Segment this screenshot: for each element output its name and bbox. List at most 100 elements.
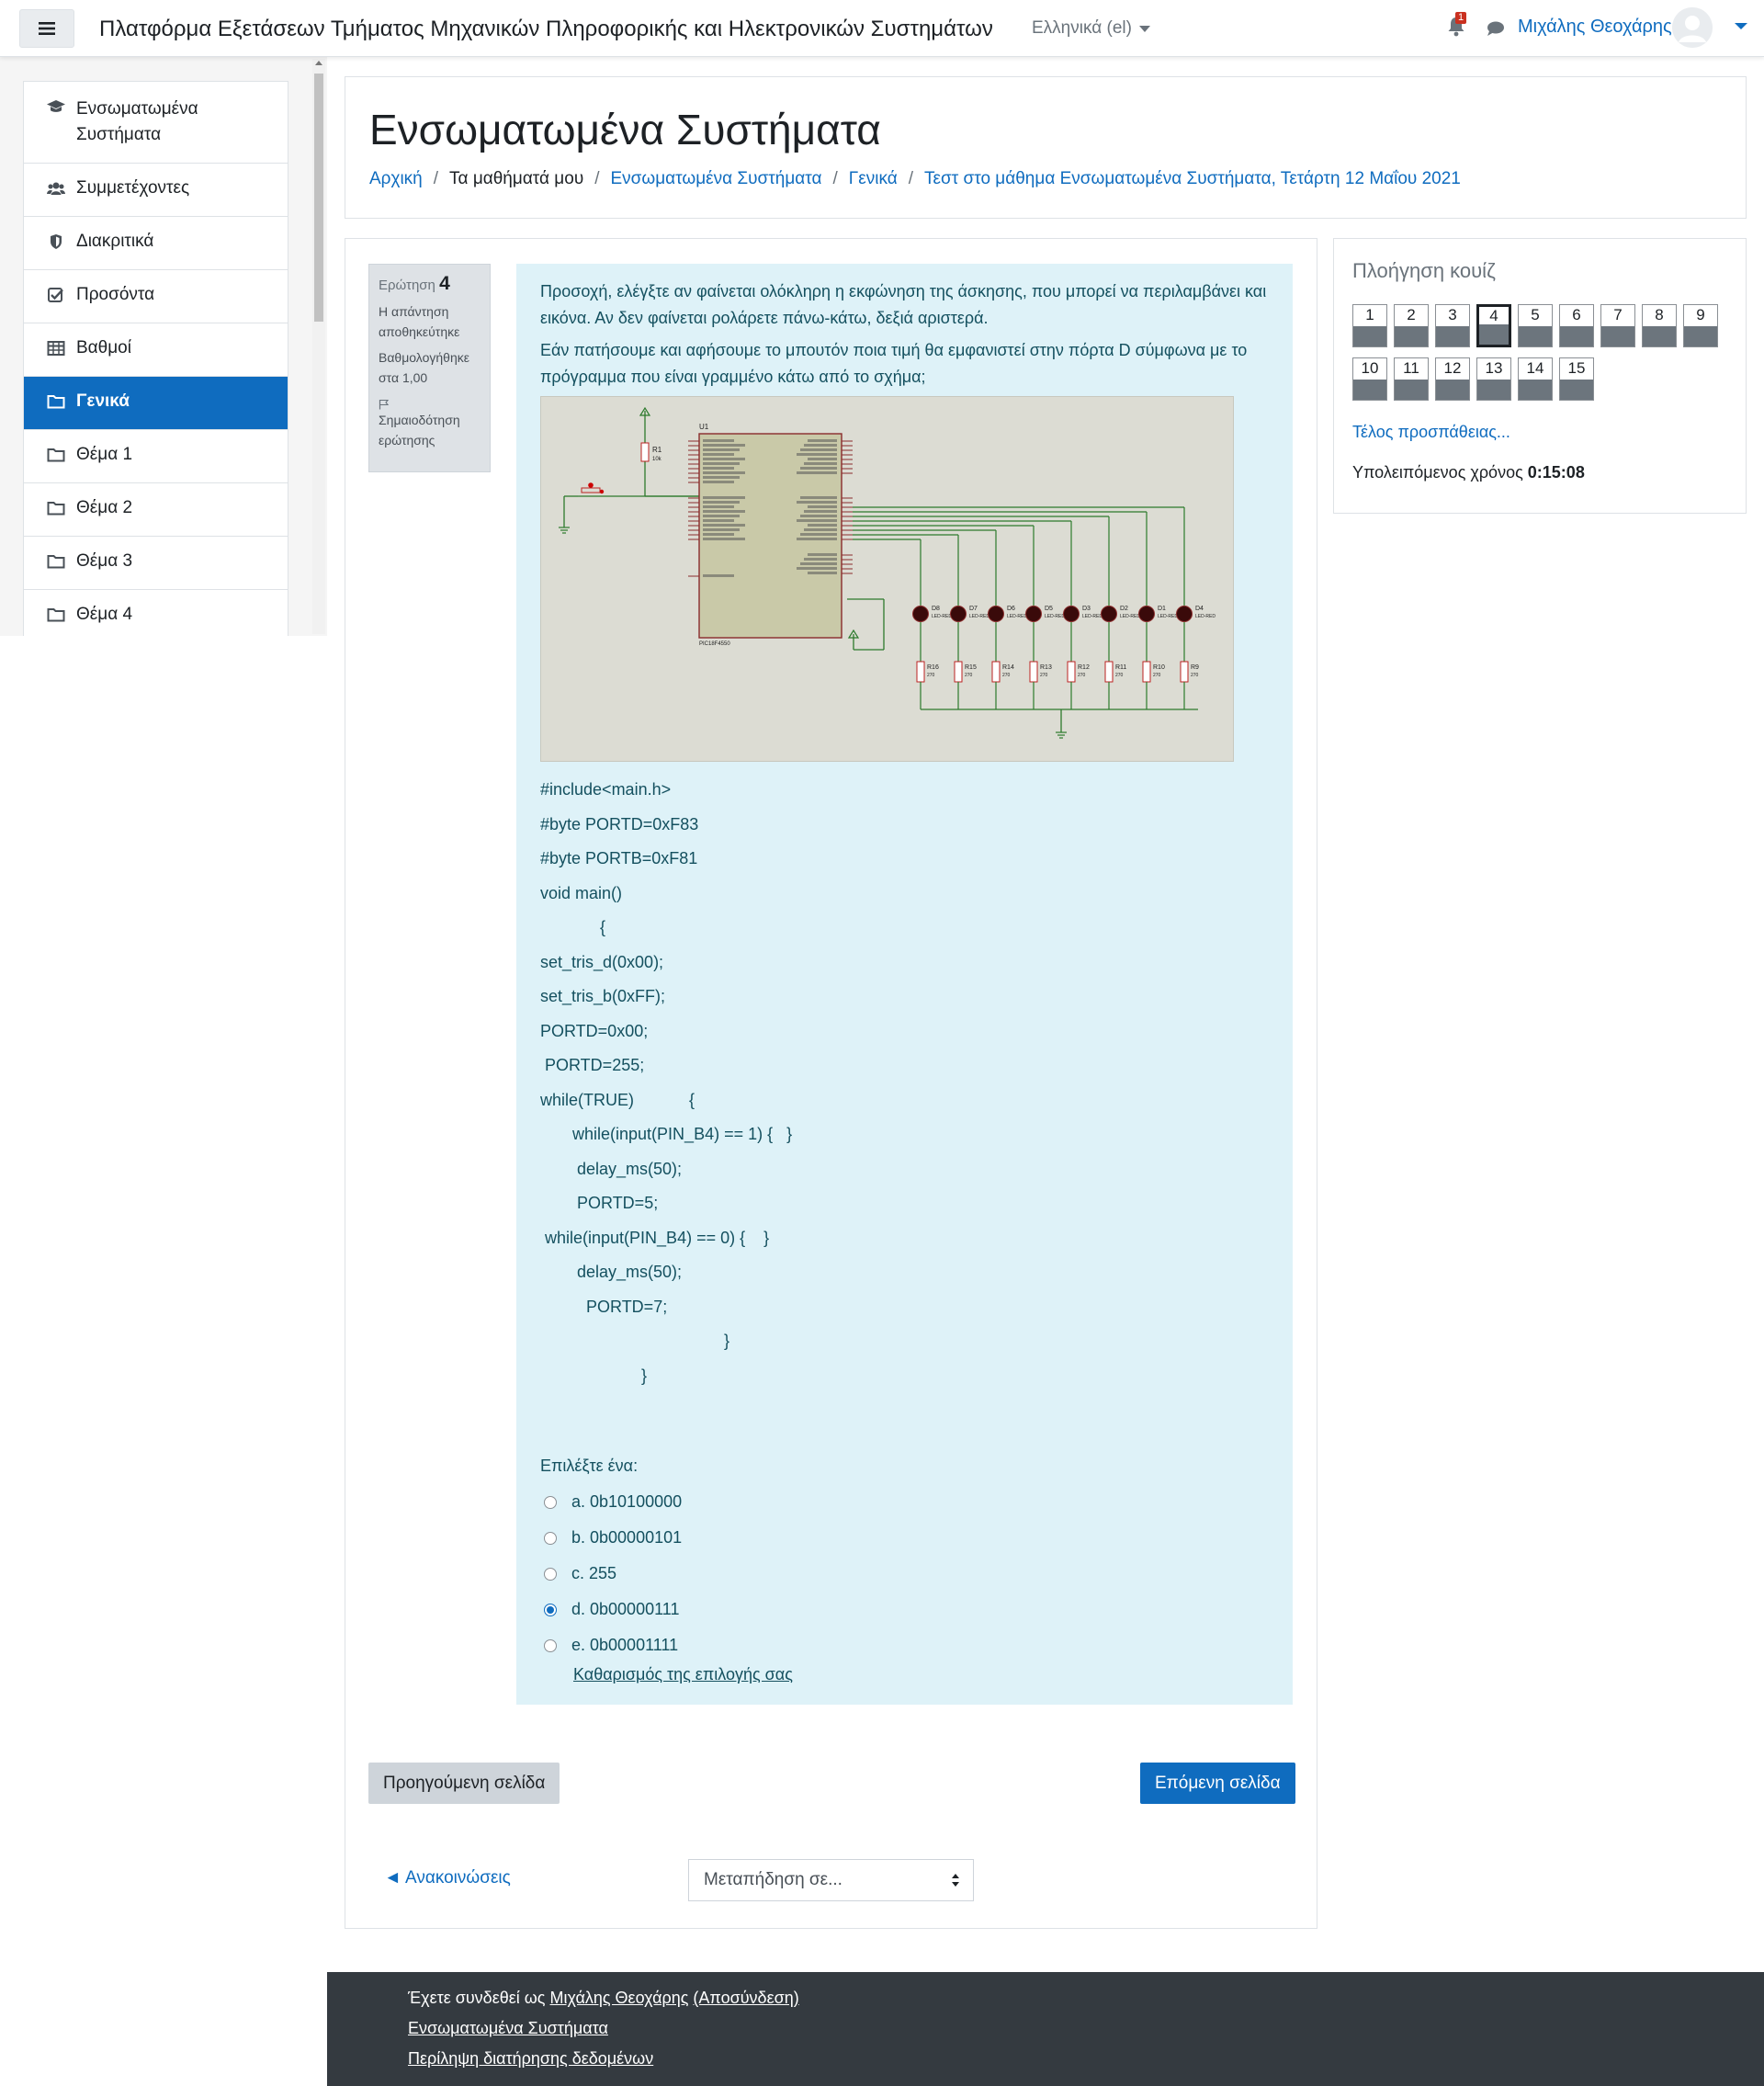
nav-drawer: Ενσωματωμένα Συστήματα Συμμετέχοντες Δια… <box>0 57 327 636</box>
quiz-nav-number: 9 <box>1696 306 1705 323</box>
quiz-nav-button-3[interactable]: 3 <box>1435 304 1470 347</box>
quiz-nav-number: 2 <box>1407 306 1416 323</box>
quiz-nav-button-12[interactable]: 12 <box>1435 357 1470 401</box>
drawer-item-label: Βαθμοί <box>76 338 131 357</box>
mcu-pin-caption <box>800 496 837 499</box>
drawer-item-topic-2[interactable]: Θέμα 2 <box>24 483 288 537</box>
code-line: #include<main.h> <box>540 780 672 799</box>
resistor-r14 <box>991 661 1001 683</box>
code-line: set_tris_b(0xFF); <box>540 987 666 1005</box>
footer-course-link[interactable]: Ενσωματωμένα Συστήματα <box>408 2019 608 2037</box>
drawer-toggle-button[interactable] <box>19 9 74 48</box>
scroll-up-icon[interactable] <box>315 61 322 65</box>
quiz-nav-title: Πλοήγηση κουίζ <box>1352 259 1496 282</box>
mcu-pin-caption <box>703 444 745 447</box>
led-d7 <box>950 606 967 622</box>
answer-radio[interactable] <box>544 1567 557 1581</box>
quiz-nav-button-6[interactable]: 6 <box>1559 304 1594 347</box>
quiz-nav-button-15[interactable]: 15 <box>1559 357 1594 401</box>
quiz-nav-button-9[interactable]: 9 <box>1683 304 1718 347</box>
mcu-pin-caption <box>703 505 734 508</box>
question-info: Ερώτηση 4 Η απάντηση αποθηκεύτηκε Βαθμολ… <box>368 264 491 472</box>
drawer-item-grades[interactable]: Βαθμοί <box>24 323 288 377</box>
breadcrumb-quiz[interactable]: Τεστ στο μάθημα Ενσωματωμένα Συστήματα, … <box>924 169 1461 189</box>
site-name[interactable]: Πλατφόρμα Εξετάσεων Τμήματος Μηχανικών Π… <box>99 17 993 42</box>
time-remaining-value: 0:15:08 <box>1527 463 1585 482</box>
quiz-nav-button-4[interactable]: 4 <box>1476 304 1511 347</box>
answer-option-e[interactable]: e. 0b00001111 <box>544 1627 682 1663</box>
quiz-nav-button-1[interactable]: 1 <box>1352 304 1387 347</box>
logout-link[interactable]: (Αποσύνδεση) <box>693 1989 798 2007</box>
breadcrumb-section[interactable]: Γενικά <box>849 169 898 189</box>
drawer-item-badges[interactable]: Διακριτικά <box>24 217 288 270</box>
drawer-item-topic-1[interactable]: Θέμα 1 <box>24 430 288 483</box>
quiz-nav-button-13[interactable]: 13 <box>1476 357 1511 401</box>
flag-question-button[interactable]: Σημαιοδότηση ερώτησης <box>379 399 481 450</box>
user-menu-chevron-icon[interactable] <box>1735 23 1747 29</box>
resistor-value-label: 270 <box>1115 673 1124 678</box>
answer-radio[interactable] <box>544 1638 557 1652</box>
previous-activity-link[interactable]: ◄ Ανακοινώσεις <box>384 1868 511 1888</box>
drawer-item-course[interactable]: Ενσωματωμένα Συστήματα <box>24 82 288 164</box>
quiz-nav-button-8[interactable]: 8 <box>1642 304 1677 347</box>
ground-symbol <box>559 527 570 534</box>
quiz-nav-button-10[interactable]: 10 <box>1352 357 1387 401</box>
answer-option-a[interactable]: a. 0b10100000 <box>544 1484 682 1520</box>
breadcrumb-course[interactable]: Ενσωματωμένα Συστήματα <box>611 169 822 189</box>
code-line: void main() <box>540 883 623 902</box>
jump-to-label: Μεταπήδηση σε... <box>704 1870 842 1889</box>
language-menu[interactable]: Ελληνικά ‎(el)‎ <box>1032 18 1150 39</box>
drawer-item-topic-4[interactable]: Θέμα 4 <box>24 590 288 636</box>
drawer-item-participants[interactable]: Συμμετέχοντες <box>24 164 288 217</box>
mcu-pin-caption <box>703 510 745 513</box>
answer-option-c[interactable]: c. 255 <box>544 1556 682 1592</box>
finish-attempt-link[interactable]: Τέλος προσπάθειας... <box>1352 423 1510 442</box>
drawer-item-label: Διακριτικά <box>76 232 154 251</box>
users-icon <box>47 182 65 195</box>
led-part-label: LED-RED <box>1120 614 1140 619</box>
flag-question-label: Σημαιοδότηση ερώτησης <box>379 413 460 448</box>
code-line: set_tris_d(0x00); <box>540 952 664 971</box>
mcu-pin-caption <box>808 458 837 460</box>
footer-user-link[interactable]: Μιχάλης Θεοχάρης <box>550 1989 689 2007</box>
clear-choice-link[interactable]: Καθαρισμός της επιλογής σας <box>573 1665 793 1684</box>
quiz-nav-button-2[interactable]: 2 <box>1394 304 1429 347</box>
mcu-pin-caption <box>703 439 734 442</box>
answer-option-b[interactable]: b. 0b00000101 <box>544 1520 682 1556</box>
shield-icon <box>51 234 62 249</box>
quiz-nav-button-5[interactable]: 5 <box>1518 304 1553 347</box>
user-menu-name[interactable]: Μιχάλης Θεοχάρης <box>1518 17 1672 38</box>
drawer-item-general[interactable]: Γενικά <box>24 377 288 430</box>
chat-icon[interactable] <box>1487 20 1505 37</box>
answer-radio[interactable] <box>544 1531 557 1545</box>
quiz-nav-number: 8 <box>1655 306 1664 323</box>
drawer-item-competencies[interactable]: Προσόντα <box>24 270 288 323</box>
mcu-pin-caption <box>703 481 734 483</box>
page-footer: Έχετε συνδεθεί ως Μιχάλης Θεοχάρης (Αποσ… <box>327 1972 1764 2086</box>
drawer-item-topic-3[interactable]: Θέμα 3 <box>24 537 288 590</box>
answer-radio-selected[interactable] <box>544 1603 557 1616</box>
drawer-scrollbar-thumb[interactable] <box>314 74 323 322</box>
mcu-pin-caption <box>804 444 837 447</box>
quiz-nav-answered-bar <box>1519 326 1552 346</box>
next-page-button[interactable]: Επόμενη σελίδα <box>1140 1763 1295 1804</box>
quiz-nav-button-7[interactable]: 7 <box>1600 304 1635 347</box>
led-d3 <box>1063 606 1080 622</box>
data-retention-link[interactable]: Περίληψη διατήρησης δεδομένων <box>408 2049 653 2068</box>
quiz-nav-button-14[interactable]: 14 <box>1518 357 1553 401</box>
previous-page-button[interactable]: Προηγούμενη σελίδα <box>368 1763 560 1804</box>
drawer-item-label: Συμμετέχοντες <box>76 178 190 198</box>
avatar-icon[interactable] <box>1672 7 1713 48</box>
footer-course-line: Ενσωματωμένα Συστήματα <box>408 2019 608 2038</box>
led-d5 <box>1025 606 1042 622</box>
quiz-nav-number: 10 <box>1361 359 1379 377</box>
quiz-nav-number: 15 <box>1567 359 1586 377</box>
quiz-nav-button-11[interactable]: 11 <box>1394 357 1429 401</box>
quiz-nav-number: 3 <box>1448 306 1457 323</box>
breadcrumb-home[interactable]: Αρχική <box>369 169 423 189</box>
mcu-pin-caption <box>800 448 837 451</box>
answer-option-d[interactable]: d. 0b00000111 <box>544 1592 682 1627</box>
answer-radio[interactable] <box>544 1495 557 1509</box>
folder-icon <box>47 502 65 516</box>
jump-to-select[interactable]: Μεταπήδηση σε... <box>688 1859 974 1901</box>
